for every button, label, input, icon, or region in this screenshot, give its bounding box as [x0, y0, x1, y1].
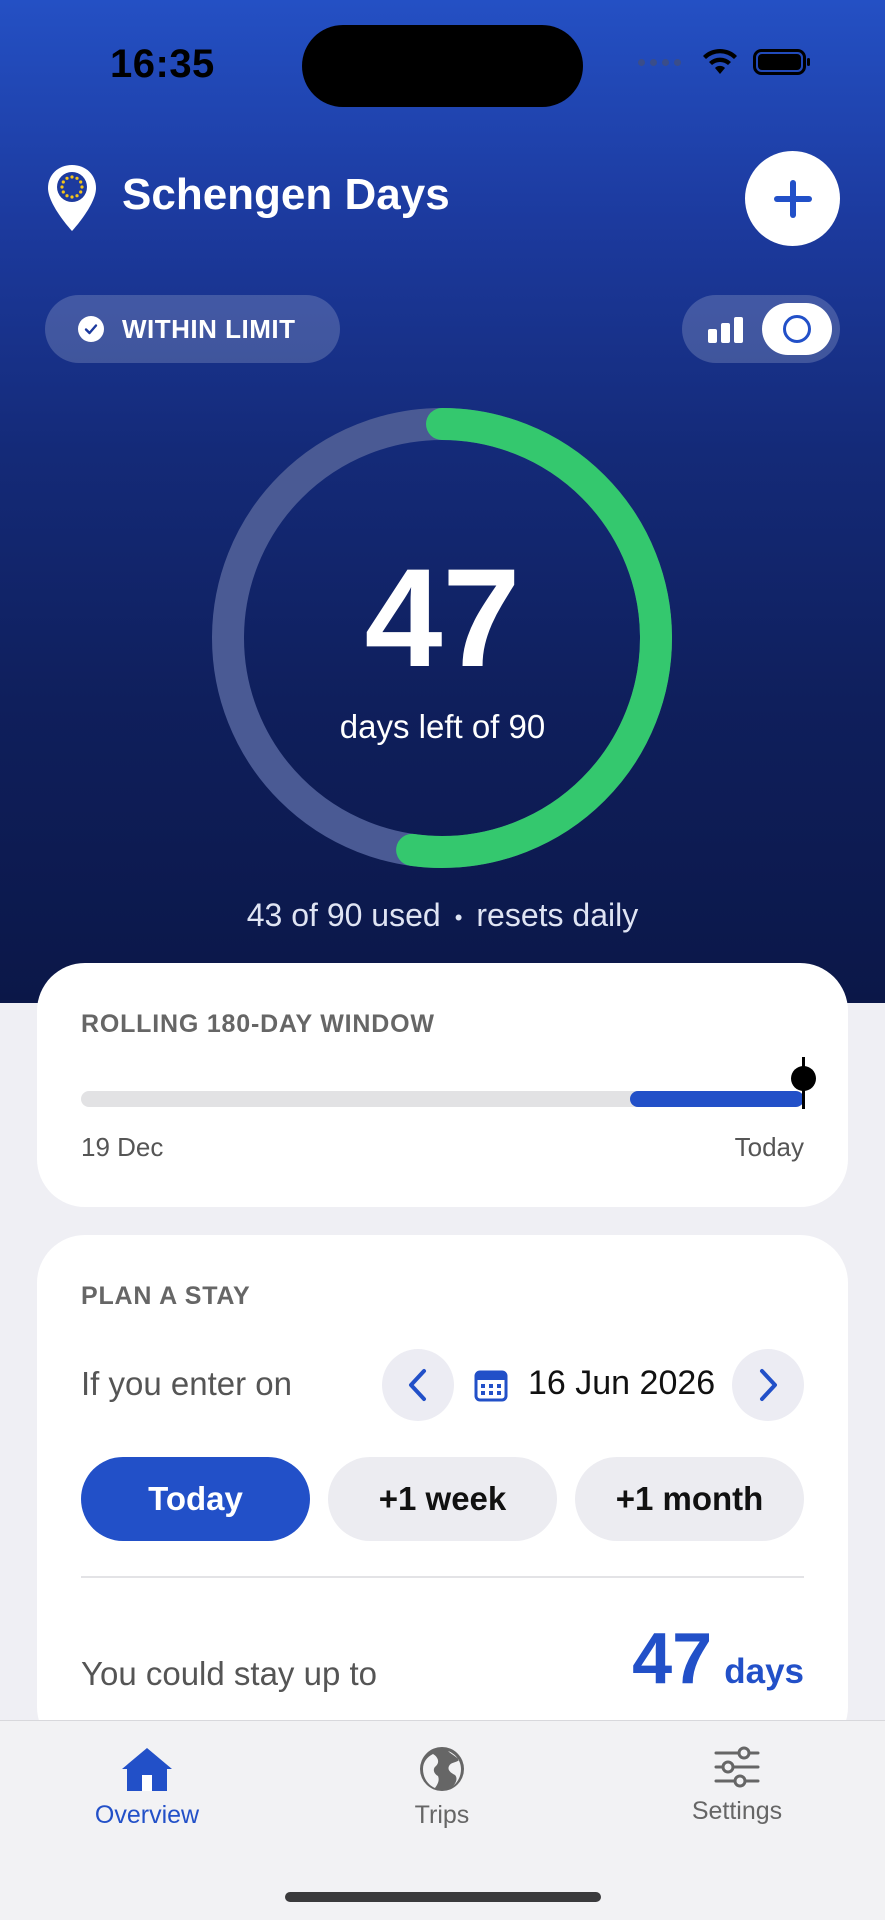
tab-overview-label: Overview [94, 1801, 200, 1829]
stay-label: You could stay up to [81, 1655, 378, 1692]
window-timeline [81, 1091, 804, 1107]
days-left-caption: days left of 90 [339, 708, 546, 745]
signal-dots-icon [638, 58, 681, 66]
next-date-button[interactable] [732, 1349, 804, 1421]
status-time: 16:35 [110, 42, 215, 86]
usage-summary: 43 of 90 used • resets daily [0, 897, 885, 934]
window-used-segment [630, 1091, 804, 1107]
ring-view-option[interactable] [762, 303, 832, 355]
dynamic-island [302, 25, 583, 107]
calendar-icon [474, 1370, 508, 1402]
days-used-text: 43 of 90 used [246, 897, 441, 933]
chip-today[interactable]: Today [81, 1457, 310, 1541]
rolling-window-card: ROLLING 180-DAY WINDOW 19 Dec Today [37, 963, 848, 1207]
stay-result: 47 days [632, 1623, 804, 1695]
status-icons [638, 48, 811, 76]
eu-location-pin-icon [48, 165, 96, 231]
ring-icon [783, 315, 811, 343]
status-badge-label: WITHIN LIMIT [122, 313, 296, 344]
wifi-icon [703, 48, 737, 74]
tab-settings-label: Settings [691, 1797, 783, 1825]
add-trip-button[interactable] [745, 151, 840, 246]
chip-plus-one-week[interactable]: +1 week [328, 1457, 557, 1541]
rolling-window-heading: ROLLING 180-DAY WINDOW [81, 1010, 435, 1038]
tab-overview[interactable]: Overview [47, 1745, 247, 1830]
tab-trips[interactable]: Trips [342, 1745, 542, 1830]
bar-chart-icon[interactable] [708, 315, 743, 343]
separator-dot: • [454, 904, 463, 930]
days-left-value: 47 [364, 539, 521, 696]
status-badge: WITHIN LIMIT [45, 295, 340, 363]
plus-icon [773, 179, 812, 218]
enter-date-label: If you enter on [81, 1365, 292, 1402]
today-marker [791, 1066, 816, 1091]
entry-date[interactable]: 16 Jun 2026 [528, 1364, 715, 1403]
divider [81, 1576, 804, 1578]
previous-date-button[interactable] [382, 1349, 454, 1421]
tab-settings[interactable]: Settings [637, 1745, 837, 1826]
plan-stay-card: PLAN A STAY If you enter on 16 Jun 2026 … [37, 1235, 848, 1755]
check-circle-icon [78, 316, 104, 342]
house-icon [122, 1748, 172, 1791]
home-indicator [285, 1892, 601, 1902]
plan-stay-heading: PLAN A STAY [81, 1282, 251, 1310]
chip-plus-one-month[interactable]: +1 month [575, 1457, 804, 1541]
sliders-icon [714, 1746, 760, 1788]
app-title: Schengen Days [122, 170, 450, 219]
reset-text: resets daily [476, 897, 639, 933]
tab-bar: Overview Trips Settings [0, 1720, 885, 1920]
globe-icon [420, 1747, 464, 1791]
window-end-label: Today [734, 1132, 804, 1162]
tab-trips-label: Trips [414, 1801, 470, 1829]
battery-icon [753, 49, 810, 75]
stay-days-unit: days [724, 1652, 804, 1691]
chevron-left-icon [409, 1369, 426, 1401]
window-start-label: 19 Dec [81, 1132, 164, 1162]
view-mode-toggle[interactable] [682, 295, 840, 363]
stay-days-value: 47 [632, 1619, 713, 1699]
chevron-right-icon [760, 1369, 777, 1401]
